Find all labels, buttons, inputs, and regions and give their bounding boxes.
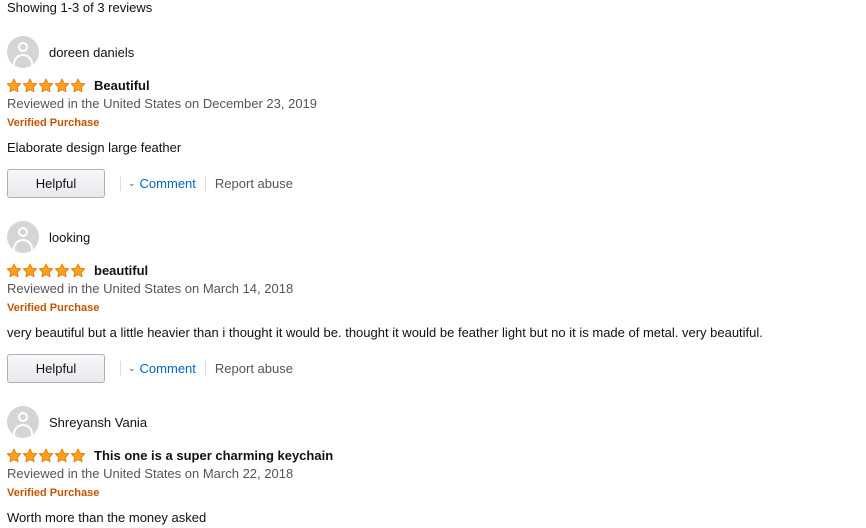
reviewer-name[interactable]: doreen daniels [49,45,134,60]
star-icon [22,263,38,277]
avatar [7,221,39,253]
star-icon [70,78,86,92]
review-date: Reviewed in the United States on March 2… [7,466,294,481]
review-text: Worth more than the money asked [7,510,207,525]
reviewer-profile[interactable]: doreen daniels [7,36,134,68]
review-text: Elaborate design large feather [7,140,182,155]
verified-purchase-badge[interactable]: Verified Purchase [7,302,99,314]
star-icon [54,448,70,462]
reviewer-profile[interactable]: looking [7,221,90,253]
star-icon [6,448,22,462]
verified-purchase-badge[interactable]: Verified Purchase [7,487,99,499]
star-icon [70,263,86,277]
review-item: Shreyansh Vania This one is a super char… [0,370,866,528]
avatar [7,36,39,68]
reviewer-name[interactable]: looking [49,230,90,245]
review-title[interactable]: This one is a super charming keychain [94,448,333,463]
review-title[interactable]: Beautiful [94,78,150,93]
star-icon [38,448,54,462]
review-date: Reviewed in the United States on March 1… [7,281,294,296]
reviewer-name[interactable]: Shreyansh Vania [49,415,147,430]
review-title[interactable]: beautiful [94,263,148,278]
star-rating[interactable] [6,448,86,463]
review-text: very beautiful but a little heavier than… [7,325,763,340]
reviewer-profile[interactable]: Shreyansh Vania [7,406,147,438]
star-rating[interactable] [6,78,86,93]
star-icon [54,78,70,92]
star-icon [70,448,86,462]
star-rating[interactable] [6,263,86,278]
star-icon [6,263,22,277]
star-icon [38,78,54,92]
star-icon [38,263,54,277]
star-icon [22,448,38,462]
review-item: doreen daniels Beautiful Reviewed in the… [0,0,866,198]
review-item: looking beautiful Reviewed in the United… [0,185,866,383]
review-date: Reviewed in the United States on Decembe… [7,96,318,111]
star-icon [54,263,70,277]
avatar [7,406,39,438]
star-icon [6,78,22,92]
star-icon [22,78,38,92]
verified-purchase-badge[interactable]: Verified Purchase [7,117,99,129]
